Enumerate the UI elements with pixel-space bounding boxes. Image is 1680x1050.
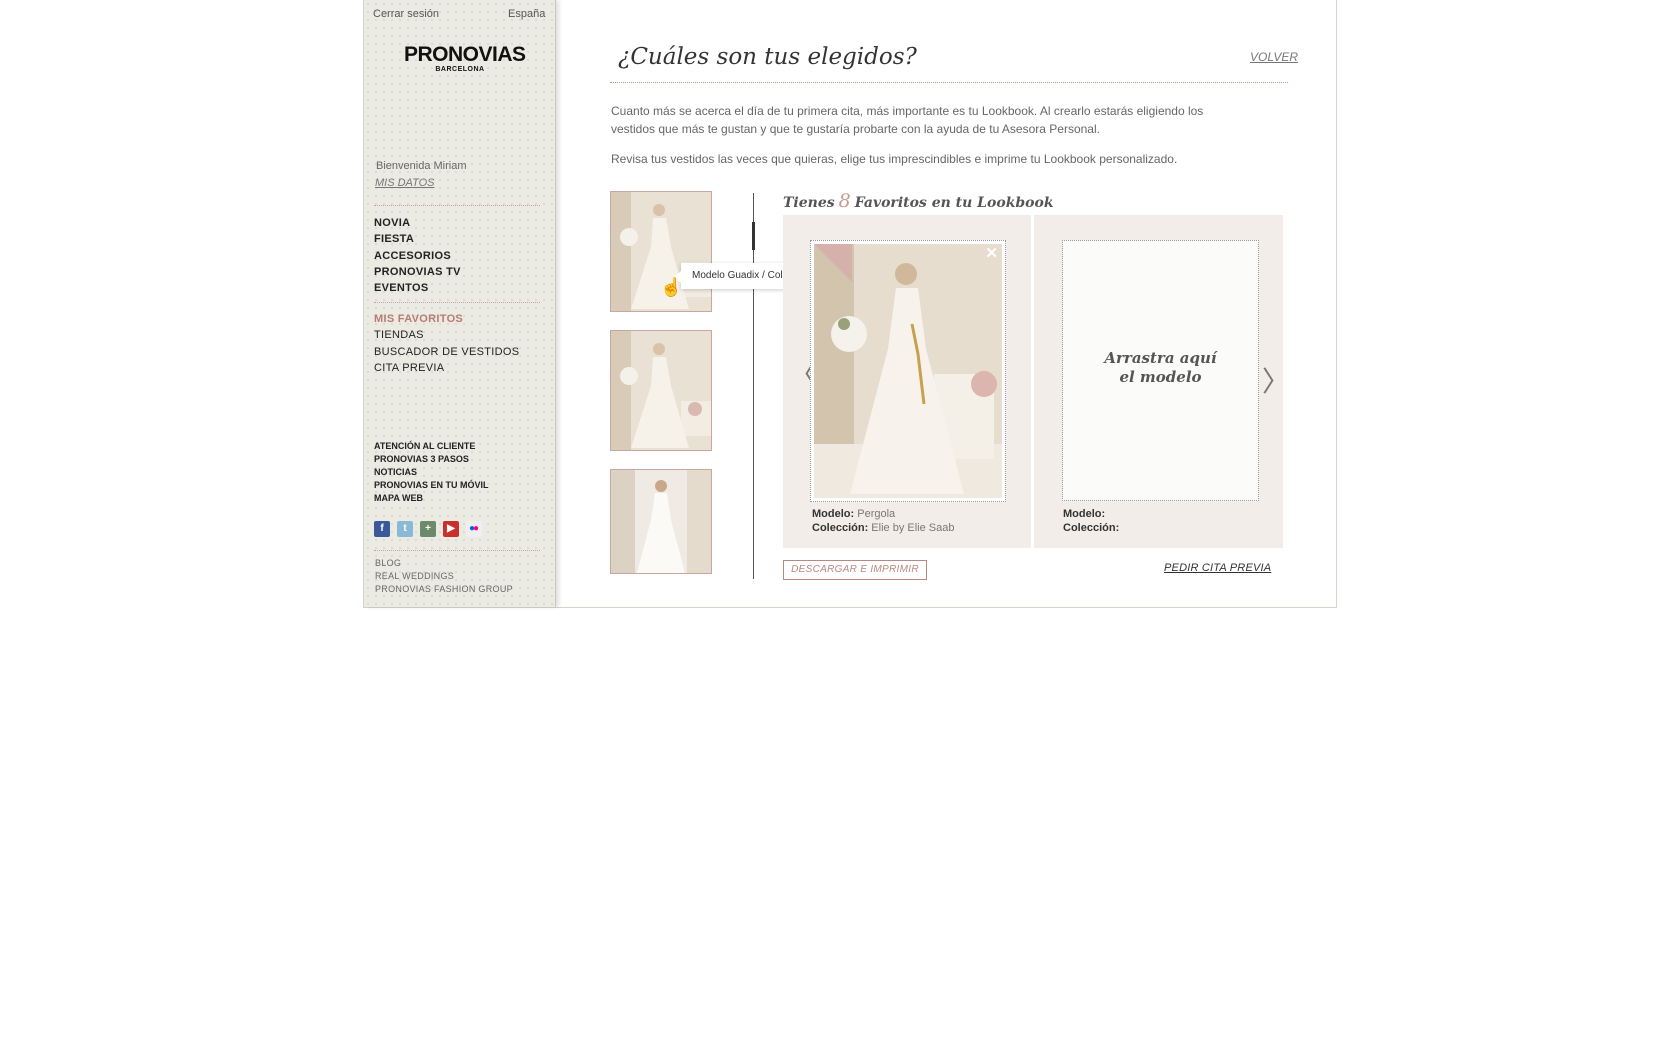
my-data-link[interactable]: MIS DATOS (375, 177, 435, 189)
menu-item-atencion[interactable]: ATENCIÓN AL CLIENTE (374, 440, 489, 453)
scrollbar-track[interactable] (753, 193, 754, 579)
menu-item-mapa-web[interactable]: MAPA WEB (374, 492, 489, 505)
drop-text-line-2: el modelo (1119, 368, 1202, 386)
menu-item-fashion-group[interactable]: PRONOVIAS FASHION GROUP (375, 583, 513, 596)
menu-item-accesorios[interactable]: ACCESORIOS (374, 248, 461, 264)
intro-paragraph-1: Cuanto más se acerca el día de tu primer… (611, 104, 1204, 136)
favorites-suffix: Favoritos en tu Lookbook (854, 195, 1054, 211)
card-collection-row: Colección: (1063, 521, 1119, 535)
back-link[interactable]: VOLVER (1250, 50, 1298, 64)
menu-item-fiesta[interactable]: FIESTA (374, 231, 461, 247)
intro-paragraph-2: Revisa tus vestidos las veces que quiera… (611, 152, 1178, 166)
twitter-icon[interactable]: t (397, 521, 413, 537)
info-menu: ATENCIÓN AL CLIENTE PRONOVIAS 3 PASOS NO… (374, 440, 489, 505)
favorites-heading: Tienes 8 Favoritos en tu Lookbook (783, 190, 1054, 212)
pronovias-logo[interactable]: PRONOVIAS BARCELONA (404, 43, 526, 74)
divider (374, 550, 540, 551)
primary-menu: NOVIA FIESTA ACCESORIOS PRONOVIAS TV EVE… (374, 215, 461, 296)
collection-value: Elie by Elie Saab (871, 522, 955, 534)
sidebar: Cerrar sesión España PRONOVIAS BARCELONA… (364, 0, 556, 607)
secondary-menu: MIS FAVORITOS TIENDAS BUSCADOR DE VESTID… (374, 311, 519, 376)
menu-item-movil[interactable]: PRONOVIAS EN TU MÓVIL (374, 479, 489, 492)
collection-label: Colección: (812, 522, 869, 534)
page-title: ¿Cuáles son tus elegidos? (618, 44, 917, 70)
model-label: Modelo: (1063, 508, 1106, 520)
drop-zone-text: Arrastra aquí el modelo (1063, 349, 1258, 387)
title-divider (610, 82, 1288, 83)
model-label: Modelo: (812, 508, 855, 520)
menu-item-eventos[interactable]: EVENTOS (374, 280, 461, 296)
page-frame: Cerrar sesión España PRONOVIAS BARCELONA… (363, 0, 1337, 608)
model-value: Pergola (857, 508, 896, 520)
scrollbar-thumb[interactable] (752, 222, 755, 250)
logo-brand: PRONOVIAS (404, 43, 526, 66)
youtube-icon[interactable]: ▶ (443, 521, 459, 537)
menu-item-blog[interactable]: BLOG (375, 557, 513, 570)
divider (374, 302, 540, 303)
download-print-button[interactable]: DESCARGAR E IMPRIMIR (783, 560, 927, 580)
favorites-count: 8 (838, 190, 851, 212)
menu-item-mis-favoritos[interactable]: MIS FAVORITOS (374, 311, 519, 327)
close-icon[interactable]: ✕ (985, 244, 998, 262)
menu-item-novia[interactable]: NOVIA (374, 215, 461, 231)
collection-label: Colección: (1063, 522, 1120, 534)
menu-item-cita-previa[interactable]: CITA PREVIA (374, 360, 519, 376)
hand-cursor-icon: ☝ (660, 277, 683, 297)
favorite-thumbnail[interactable] (610, 330, 712, 451)
next-arrow-icon[interactable]: 〉 (1262, 360, 1290, 400)
card-collection-row: Colección: Elie by Elie Saab (812, 521, 954, 535)
favorites-prefix: Tienes (783, 195, 835, 211)
menu-item-tiendas[interactable]: TIENDAS (374, 327, 519, 343)
dress-photo[interactable]: ✕ (810, 240, 1006, 502)
google-plus-icon[interactable]: + (420, 521, 436, 537)
logo-sub: BARCELONA (435, 66, 485, 73)
facebook-icon[interactable]: f (374, 521, 390, 537)
card-model-row: Modelo: Pergola (812, 507, 895, 521)
card-model-row: Modelo: (1063, 507, 1105, 521)
logout-link[interactable]: Cerrar sesión (373, 8, 439, 20)
country-selector[interactable]: España (508, 8, 545, 20)
menu-item-3-pasos[interactable]: PRONOVIAS 3 PASOS (374, 453, 489, 466)
menu-item-real-weddings[interactable]: REAL WEDDINGS (375, 570, 513, 583)
menu-item-pronovias-tv[interactable]: PRONOVIAS TV (374, 264, 461, 280)
welcome-text: Bienvenida Miriam (376, 160, 467, 172)
favorite-thumbnail[interactable] (610, 469, 712, 574)
lookbook-card-empty: Arrastra aquí el modelo 〉 Modelo: Colecc… (1034, 215, 1290, 548)
drop-text-line-1: Arrastra aquí (1104, 349, 1217, 367)
request-appointment-button[interactable]: PEDIR CITA PREVIA (1164, 562, 1271, 574)
flickr-icon[interactable]: ●● (466, 521, 482, 537)
drop-zone[interactable]: Arrastra aquí el modelo (1062, 240, 1259, 501)
menu-item-noticias[interactable]: NOTICIAS (374, 466, 489, 479)
remove-corner (814, 244, 852, 282)
lookbook-card: 〈 ✕ Modelo: Pergola Colección: Elie by E… (783, 215, 1031, 548)
bottom-menu: BLOG REAL WEDDINGS PRONOVIAS FASHION GRO… (375, 557, 513, 596)
menu-item-buscador[interactable]: BUSCADOR DE VESTIDOS (374, 344, 519, 360)
divider (374, 205, 540, 206)
social-links: f t + ▶ ●● (374, 521, 482, 537)
